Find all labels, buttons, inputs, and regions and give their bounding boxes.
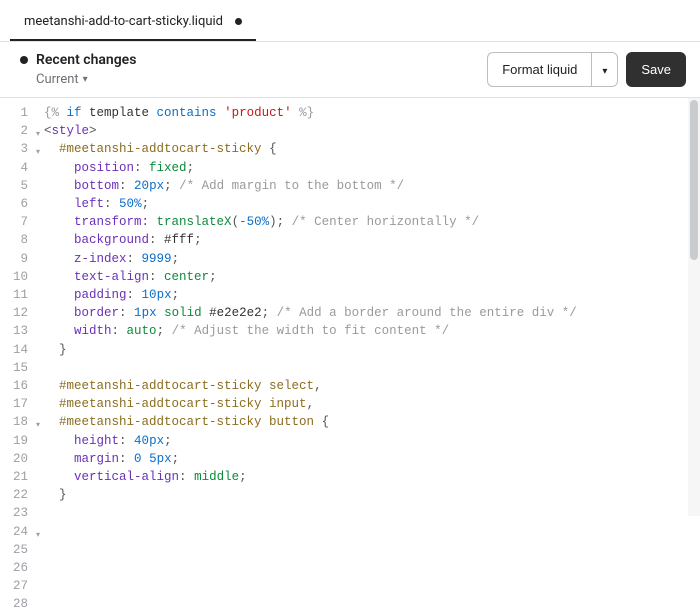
line-number: 22 xyxy=(0,486,34,504)
code-line: left: 50%; xyxy=(44,195,700,213)
line-number: 18▾ xyxy=(0,413,34,431)
line-number: 27 xyxy=(0,577,34,595)
line-number: 5 xyxy=(0,177,34,195)
code-area[interactable]: {% if template contains 'product' %}<sty… xyxy=(34,98,700,516)
code-line: bottom: 20px; /* Add margin to the botto… xyxy=(44,177,700,195)
line-number: 10 xyxy=(0,268,34,286)
line-number: 21 xyxy=(0,468,34,486)
scrollbar-thumb[interactable] xyxy=(690,100,698,260)
line-gutter: 12▾3▾456789101112131415161718▾1920212223… xyxy=(0,98,34,516)
code-line: } xyxy=(44,341,700,359)
line-number: 23 xyxy=(0,504,34,522)
code-line: vertical-align: middle; xyxy=(44,468,700,486)
line-number: 16 xyxy=(0,377,34,395)
line-number: 14 xyxy=(0,341,34,359)
line-number: 15 xyxy=(0,359,34,377)
line-number: 1 xyxy=(0,104,34,122)
file-tab[interactable]: meetanshi-add-to-cart-sticky.liquid xyxy=(10,6,256,41)
version-label: Current xyxy=(36,72,79,87)
line-number: 19 xyxy=(0,432,34,450)
fold-icon[interactable]: ▾ xyxy=(36,527,40,545)
status-dot-icon xyxy=(20,56,28,64)
line-number: 2▾ xyxy=(0,122,34,140)
line-number: 9 xyxy=(0,250,34,268)
code-line: } xyxy=(44,486,700,504)
fold-icon[interactable]: ▾ xyxy=(36,144,40,162)
version-dropdown[interactable]: Current ▾ xyxy=(20,70,479,87)
line-number: 7 xyxy=(0,213,34,231)
fold-icon[interactable]: ▾ xyxy=(36,126,40,144)
line-number: 4 xyxy=(0,159,34,177)
code-editor[interactable]: 12▾3▾456789101112131415161718▾1920212223… xyxy=(0,98,700,516)
code-line: background: #fff; xyxy=(44,231,700,249)
format-button-group: Format liquid ▾ xyxy=(487,52,618,87)
line-number: 13 xyxy=(0,322,34,340)
unsaved-dot-icon xyxy=(235,18,242,25)
code-line xyxy=(44,504,700,516)
code-line: transform: translateX(-50%); /* Center h… xyxy=(44,213,700,231)
code-line: #meetanshi-addtocart-sticky button { xyxy=(44,413,700,431)
code-line: #meetanshi-addtocart-sticky { xyxy=(44,140,700,158)
code-line: height: 40px; xyxy=(44,432,700,450)
recent-changes-row: Recent changes xyxy=(20,52,479,68)
line-number: 28 xyxy=(0,595,34,613)
code-line: padding: 10px; xyxy=(44,286,700,304)
chevron-down-icon: ▾ xyxy=(602,66,607,77)
tab-bar: meetanshi-add-to-cart-sticky.liquid xyxy=(0,0,700,42)
line-number: 25 xyxy=(0,541,34,559)
line-number: 26 xyxy=(0,559,34,577)
code-line: position: fixed; xyxy=(44,159,700,177)
code-line xyxy=(44,359,700,377)
code-line: margin: 0 5px; xyxy=(44,450,700,468)
code-line: {% if template contains 'product' %} xyxy=(44,104,700,122)
code-line: #meetanshi-addtocart-sticky input, xyxy=(44,395,700,413)
line-number: 11 xyxy=(0,286,34,304)
scrollbar-track[interactable] xyxy=(688,98,700,516)
code-line: <style> xyxy=(44,122,700,140)
toolbar-left: Recent changes Current ▾ xyxy=(20,52,479,87)
code-line: border: 1px solid #e2e2e2; /* Add a bord… xyxy=(44,304,700,322)
line-number: 17 xyxy=(0,395,34,413)
line-number: 20 xyxy=(0,450,34,468)
format-dropdown-button[interactable]: ▾ xyxy=(591,52,618,87)
format-liquid-button[interactable]: Format liquid xyxy=(487,52,591,87)
line-number: 24▾ xyxy=(0,523,34,541)
line-number: 6 xyxy=(0,195,34,213)
toolbar: Recent changes Current ▾ Format liquid ▾… xyxy=(0,42,700,98)
code-line: #meetanshi-addtocart-sticky select, xyxy=(44,377,700,395)
fold-icon[interactable]: ▾ xyxy=(36,417,40,435)
code-line: text-align: center; xyxy=(44,268,700,286)
recent-changes-title: Recent changes xyxy=(36,52,136,68)
line-number: 8 xyxy=(0,231,34,249)
code-line: z-index: 9999; xyxy=(44,250,700,268)
chevron-down-icon: ▾ xyxy=(83,74,88,85)
save-button[interactable]: Save xyxy=(626,52,686,87)
line-number: 3▾ xyxy=(0,140,34,158)
line-number: 12 xyxy=(0,304,34,322)
code-line: width: auto; /* Adjust the width to fit … xyxy=(44,322,700,340)
tab-filename: meetanshi-add-to-cart-sticky.liquid xyxy=(24,14,223,29)
